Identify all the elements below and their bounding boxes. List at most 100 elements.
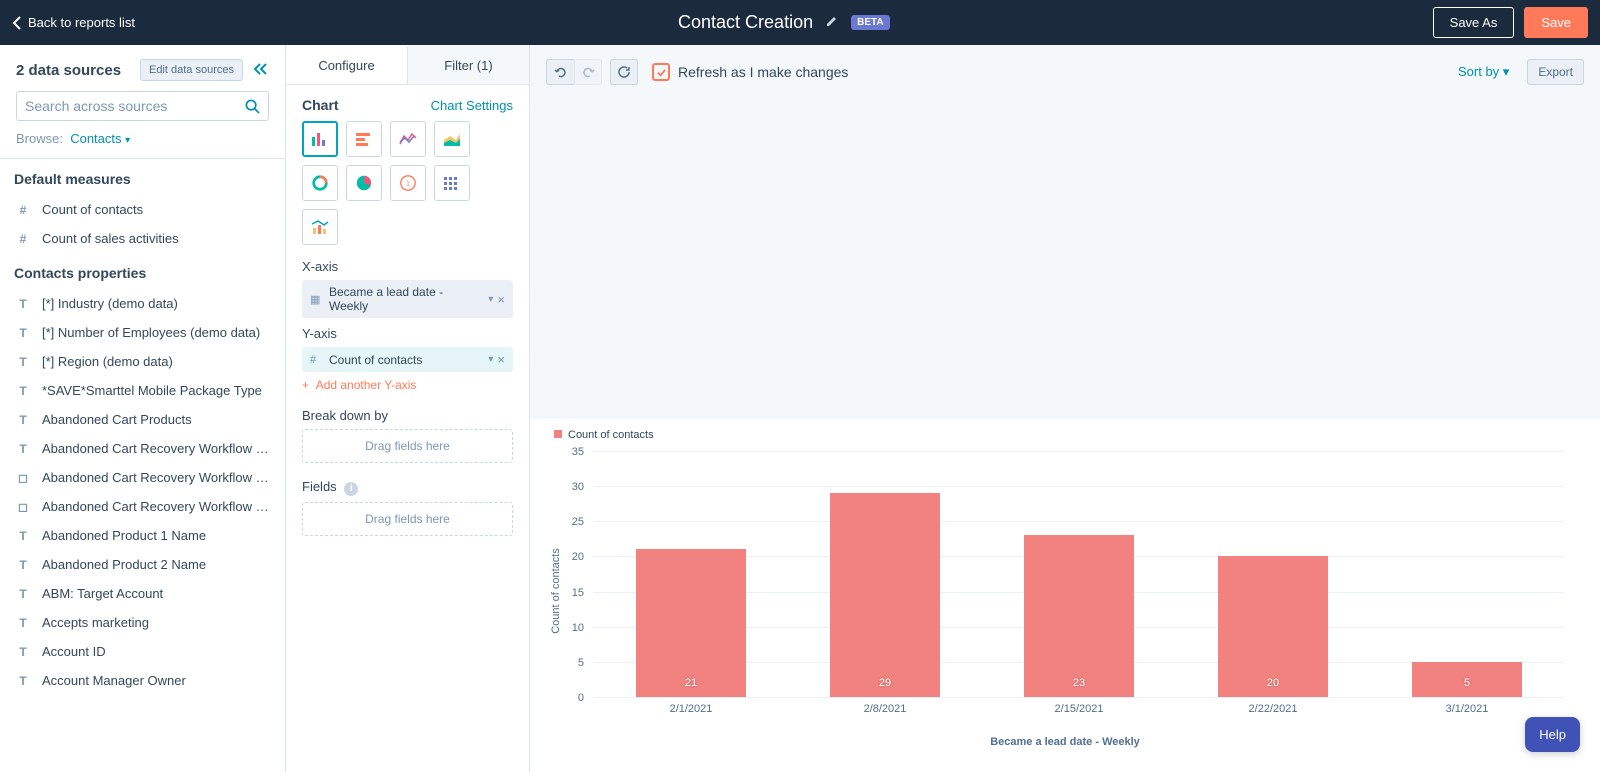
chart-type-kpi[interactable]: 1: [390, 165, 426, 201]
property-item[interactable]: T[*] Industry (demo data): [0, 289, 285, 318]
redo-icon: [581, 65, 595, 79]
tab-configure[interactable]: Configure: [286, 45, 408, 84]
chip-dropdown[interactable]: ▾: [488, 354, 493, 365]
add-y-axis-button[interactable]: + Add another Y-axis: [302, 378, 513, 392]
data-sources-title: 2 data sources: [16, 62, 130, 79]
chart-area: Count of contacts Count of contacts 0510…: [530, 419, 1600, 772]
property-item[interactable]: T[*] Number of Employees (demo data): [0, 318, 285, 347]
undo-button[interactable]: [546, 59, 574, 85]
chip-remove[interactable]: ×: [497, 352, 505, 367]
property-item[interactable]: ◻Abandoned Cart Recovery Workflow Start…: [0, 492, 285, 521]
properties-heading: Contacts properties: [0, 253, 285, 289]
property-item[interactable]: TAbandoned Product 2 Name: [0, 550, 285, 579]
tab-filter[interactable]: Filter (1): [408, 45, 529, 84]
redo-button: [574, 59, 602, 85]
pencil-icon: [825, 14, 839, 28]
save-as-button[interactable]: Save As: [1433, 7, 1515, 38]
y-axis-title: Count of contacts: [550, 548, 562, 634]
fields-dropzone[interactable]: Drag fields here: [302, 502, 513, 536]
export-button[interactable]: Export: [1527, 59, 1584, 85]
donut-chart-icon: [310, 174, 330, 192]
chart-type-bar[interactable]: [302, 121, 338, 157]
number-icon: #: [310, 354, 324, 366]
search-input-wrap[interactable]: [16, 91, 269, 121]
help-button[interactable]: Help: [1525, 717, 1580, 752]
chart-type-donut[interactable]: [302, 165, 338, 201]
pie-chart-icon: [354, 174, 374, 192]
chart-type-pie[interactable]: [346, 165, 382, 201]
property-item[interactable]: TAccount Manager Owner: [0, 666, 285, 695]
y-axis-chip[interactable]: # Count of contacts ▾ ×: [302, 347, 513, 372]
property-item[interactable]: #Count of sales activities: [0, 224, 285, 253]
chart-type-hbar[interactable]: [346, 121, 382, 157]
property-item[interactable]: TAbandoned Product 1 Name: [0, 521, 285, 550]
breakdown-dropzone[interactable]: Drag fields here: [302, 429, 513, 463]
search-icon: [245, 99, 260, 114]
chip-dropdown[interactable]: ▾: [488, 294, 493, 305]
sort-by-dropdown[interactable]: Sort by ▾: [1458, 64, 1509, 80]
property-item[interactable]: T*SAVE*Smarttel Mobile Package Type: [0, 376, 285, 405]
table-icon: [442, 174, 462, 192]
svg-text:1: 1: [406, 179, 410, 188]
chart-heading: Chart: [302, 97, 339, 113]
app-header: Back to reports list Contact Creation BE…: [0, 0, 1600, 45]
fields-label: Fields i: [302, 479, 513, 496]
property-item[interactable]: TABM: Target Account: [0, 579, 285, 608]
properties-list[interactable]: Default measures #Count of contacts#Coun…: [0, 159, 285, 772]
browse-row: Browse: Contacts ▾: [0, 131, 285, 158]
x-axis-title: Became a lead date - Weekly: [546, 736, 1584, 748]
bar-chart-icon: [310, 130, 330, 148]
auto-refresh-checkbox[interactable]: [652, 63, 670, 81]
beta-badge: BETA: [851, 15, 889, 30]
save-button[interactable]: Save: [1524, 7, 1588, 38]
back-link[interactable]: Back to reports list: [12, 15, 135, 30]
property-item[interactable]: TAbandoned Cart Recovery Workflow Con…: [0, 434, 285, 463]
back-label: Back to reports list: [28, 15, 135, 30]
calendar-icon: ▦: [310, 293, 324, 306]
configure-panel: Configure Filter (1) Chart Chart Setting…: [286, 45, 530, 772]
undo-icon: [554, 65, 568, 79]
area-chart-icon: [442, 130, 462, 148]
x-axis-chip[interactable]: ▦ Became a lead date - Weekly ▾ ×: [302, 280, 513, 318]
chart-type-table[interactable]: [434, 165, 470, 201]
property-item[interactable]: TAbandoned Cart Products: [0, 405, 285, 434]
chart-type-combo[interactable]: [302, 209, 338, 245]
measures-heading: Default measures: [0, 159, 285, 195]
browse-source-select[interactable]: Contacts ▾: [70, 131, 130, 146]
preview-toolbar: Refresh as I make changes Sort by ▾ Expo…: [530, 45, 1600, 99]
chart-type-area[interactable]: [434, 121, 470, 157]
chart-type-line[interactable]: [390, 121, 426, 157]
hbar-chart-icon: [354, 130, 374, 148]
chart-bar[interactable]: 212/1/2021: [594, 451, 788, 697]
chevron-left-icon: [12, 16, 22, 30]
chart-bar[interactable]: 232/15/2021: [982, 451, 1176, 697]
edit-data-sources-button[interactable]: Edit data sources: [140, 59, 243, 81]
property-item[interactable]: #Count of contacts: [0, 195, 285, 224]
breakdown-label: Break down by: [302, 408, 513, 423]
collapse-panel-button[interactable]: [253, 62, 269, 79]
search-input[interactable]: [25, 98, 245, 114]
y-axis-label: Y-axis: [302, 326, 513, 341]
info-icon[interactable]: i: [344, 482, 358, 496]
kpi-icon: 1: [398, 174, 418, 192]
chart-bar[interactable]: 292/8/2021: [788, 451, 982, 697]
line-chart-icon: [398, 130, 418, 148]
refresh-button[interactable]: [610, 59, 638, 85]
chart-preview-panel: Refresh as I make changes Sort by ▾ Expo…: [530, 45, 1600, 772]
page-title: Contact Creation: [678, 12, 813, 33]
browse-prefix: Browse:: [16, 131, 63, 146]
edit-title-button[interactable]: [825, 14, 839, 31]
auto-refresh-label: Refresh as I make changes: [678, 64, 848, 80]
check-icon: [656, 67, 667, 78]
property-item[interactable]: ◻Abandoned Cart Recovery Workflow Con…: [0, 463, 285, 492]
property-item[interactable]: TAccount ID: [0, 637, 285, 666]
chip-remove[interactable]: ×: [497, 292, 505, 307]
chart-settings-link[interactable]: Chart Settings: [431, 98, 513, 113]
chart-legend: Count of contacts: [546, 427, 1584, 451]
chevron-double-left-icon: [253, 62, 269, 76]
property-item[interactable]: T[*] Region (demo data): [0, 347, 285, 376]
refresh-icon: [617, 65, 631, 79]
property-item[interactable]: TAccepts marketing: [0, 608, 285, 637]
chart-bar[interactable]: 53/1/2021: [1370, 451, 1564, 697]
chart-bar[interactable]: 202/22/2021: [1176, 451, 1370, 697]
